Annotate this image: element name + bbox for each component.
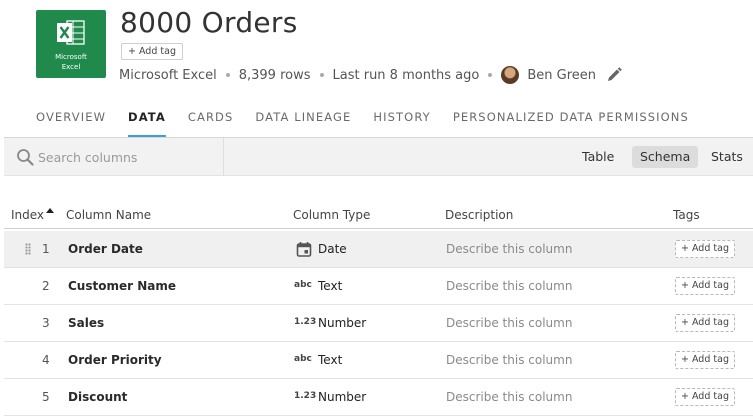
header-description: Description (445, 208, 514, 222)
header-column-type: Column Type (293, 208, 371, 222)
logo-text-line1: Microsoft (55, 53, 87, 61)
header-column-name: Column Name (66, 208, 152, 222)
description-field[interactable]: Describe this column (446, 242, 572, 256)
text-type-icon: abc (294, 280, 312, 290)
add-tag-button[interactable]: + Add tag (121, 43, 183, 60)
tab-overview[interactable]: OVERVIEW (36, 110, 106, 136)
table-row[interactable]: 1 Order Date Date Describe this column +… (4, 231, 753, 268)
owner-avatar[interactable] (501, 66, 520, 84)
row-count: 8,399 rows (238, 67, 311, 83)
drag-handle-icon[interactable] (25, 243, 31, 255)
add-tag-button[interactable]: + Add tag (675, 240, 735, 258)
separator-dot (319, 73, 324, 77)
add-tag-button[interactable]: + Add tag (675, 314, 735, 332)
row-index: 4 (42, 353, 50, 367)
table-row[interactable]: 3 Sales 1.23 Number Describe this column… (4, 305, 753, 342)
column-name: Customer Name (68, 279, 176, 293)
row-index: 3 (42, 316, 50, 330)
table-row[interactable]: 4 Order Priority abc Text Describe this … (4, 342, 753, 379)
tab-personalized-data-permissions[interactable]: PERSONALIZED DATA PERMISSIONS (453, 110, 689, 136)
owner-name[interactable]: Ben Green (527, 68, 596, 83)
search-box[interactable] (4, 138, 224, 176)
calendar-icon (296, 242, 312, 257)
text-type-icon: abc (294, 354, 312, 364)
tab-cards[interactable]: CARDS (188, 110, 234, 136)
table-view-button[interactable]: Table (574, 146, 622, 168)
dataset-meta: Microsoft Excel 8,399 rows Last run 8 mo… (119, 66, 622, 84)
add-tag-button[interactable]: + Add tag (675, 351, 735, 369)
tab-bar: OVERVIEW DATA CARDS DATA LINEAGE HISTORY… (36, 110, 689, 138)
description-field[interactable]: Describe this column (446, 316, 572, 330)
logo-text-line2: Excel (61, 63, 81, 71)
add-tag-button[interactable]: + Add tag (675, 277, 735, 295)
description-field[interactable]: Describe this column (446, 390, 572, 404)
table-row[interactable]: 2 Customer Name abc Text Describe this c… (4, 268, 753, 305)
excel-logo: Microsoft Excel (36, 10, 106, 78)
last-run: Last run 8 months ago (332, 67, 480, 83)
description-field[interactable]: Describe this column (446, 353, 572, 367)
column-name: Order Date (68, 242, 143, 256)
column-name: Order Priority (68, 353, 162, 367)
pencil-icon[interactable] (606, 67, 622, 83)
source-label: Microsoft Excel (119, 67, 217, 83)
description-field[interactable]: Describe this column (446, 279, 572, 293)
dataset-title: 8000 Orders (120, 6, 298, 39)
column-type[interactable]: Number (318, 316, 366, 330)
column-name: Discount (68, 390, 128, 404)
tab-history[interactable]: HISTORY (373, 110, 430, 136)
separator-dot (225, 73, 230, 77)
column-name: Sales (68, 316, 105, 330)
row-index: 5 (42, 390, 50, 404)
schema-view-button[interactable]: Schema (632, 146, 699, 168)
column-type[interactable]: Text (318, 353, 342, 367)
table-header: Index Column Name Column Type Descriptio… (4, 205, 753, 229)
row-index: 1 (42, 242, 50, 256)
number-type-icon: 1.23 (294, 391, 317, 401)
search-icon (17, 149, 34, 166)
column-type[interactable]: Number (318, 390, 366, 404)
schema-toolbar: Table Schema Stats (4, 138, 753, 176)
header-index[interactable]: Index (11, 208, 44, 222)
excel-icon (57, 20, 85, 45)
tab-data[interactable]: DATA (128, 110, 166, 138)
add-tag-button[interactable]: + Add tag (675, 388, 735, 406)
column-type[interactable]: Text (318, 279, 342, 293)
table-row[interactable]: 5 Discount 1.23 Number Describe this col… (4, 379, 753, 416)
header-tags: Tags (673, 208, 700, 222)
row-index: 2 (42, 279, 50, 293)
sort-ascending-icon[interactable] (46, 208, 54, 213)
stats-view-button[interactable]: Stats (703, 146, 751, 168)
tab-data-lineage[interactable]: DATA LINEAGE (255, 110, 351, 136)
separator-dot (488, 73, 493, 77)
column-type[interactable]: Date (318, 242, 347, 256)
number-type-icon: 1.23 (294, 317, 317, 327)
search-input[interactable] (38, 147, 218, 167)
